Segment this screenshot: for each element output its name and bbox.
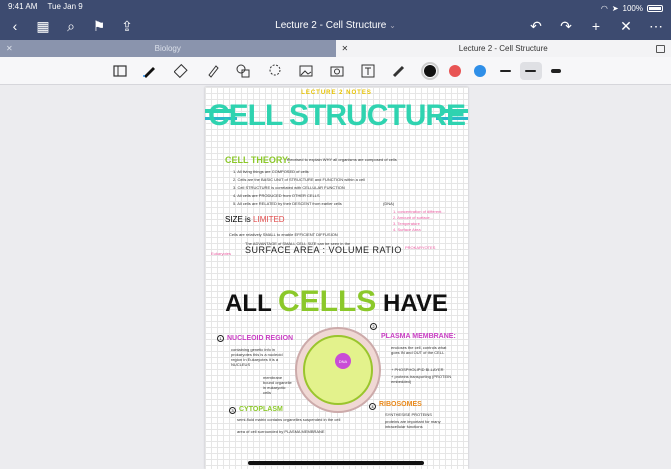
wifi-icon: ◠ [600,3,608,13]
plasma-text: encloses the cell, controls what goes IN… [391,345,447,355]
close-tab-icon[interactable]: ✕ [6,44,13,53]
highlighter-tool-icon[interactable] [203,61,223,81]
theory-point: 5. All cells are RELATED by their DESCEN… [233,201,342,206]
tab-label: Biology [154,44,181,53]
note-page[interactable]: LECTURE 2 NOTES CELL STRUCTURE CELL THEO… [205,87,468,469]
camera-tool-icon[interactable] [327,61,347,81]
theory-point: 2. Cells are the BASIC UNIT of STRUCTURE… [233,177,365,182]
diffusion-note: 3. Temperature [393,221,420,226]
surface-area-ratio: SURFACE AREA : VOLUME RATIO [245,245,402,255]
theory-point: 3. Cell STRUCTURE is correlated with CEL… [233,185,345,190]
tool-bar [0,57,671,85]
lasso-tool-icon[interactable] [265,61,285,81]
grid-icon[interactable]: ▦ [32,15,54,37]
stroke-thin-option[interactable] [500,70,511,72]
all-cells-word: HAVE [383,290,448,317]
cell-theory-heading-text: CELL THEORY: [225,155,291,165]
cytoplasm-text: semi-fluid matrix contains organelles su… [237,417,341,422]
read-only-icon[interactable] [110,61,130,81]
close-edit-icon[interactable]: ✕ [615,15,637,37]
all-cells-have: ALL CELLS HAVE [205,285,468,319]
plasma-membrane-label: PLASMA MEMBRANE: [381,333,456,340]
nucleoid-side-note: membrane bound organelle in eukaryotic c… [263,375,292,395]
nav-bar: ‹ ▦ ⌕ ⚑ ⇪ Lecture 2 - Cell Structure ⌄ ↶… [0,14,671,38]
nucleoid-label: NUCLEOID REGION [227,335,294,342]
ribosomes-label: RIBOSOMES [379,401,422,408]
label-number: 1 [217,335,224,342]
location-icon: ➤ [611,3,619,13]
cell-diagram: DNA [295,327,381,413]
label-number: 4 [369,403,376,410]
pen-tool-icon[interactable] [139,61,159,81]
image-tool-icon[interactable] [296,61,316,81]
label-number: 3 [229,407,236,414]
search-icon[interactable]: ⌕ [60,15,82,37]
size-heading: SIZE is LIMITED [225,215,285,224]
split-view-icon[interactable] [656,44,665,53]
all-cells-word: ALL [225,290,272,317]
color-red-swatch[interactable] [449,65,461,77]
laser-pointer-icon[interactable] [389,61,409,81]
stroke-medium-option[interactable] [525,70,536,72]
lecture-label: LECTURE 2 NOTES [301,90,372,96]
color-black-swatch[interactable] [421,62,439,80]
text-tool-icon[interactable] [358,61,378,81]
more-icon[interactable]: ⋯ [645,15,667,37]
battery-icon [647,4,663,12]
color-blue-swatch[interactable] [474,65,486,77]
cell-theory-heading: CELL THEORY: [225,155,290,165]
diffusion-note: 2. Amount of surface... [393,215,434,220]
diffusion-note: 4. Surface Area [393,227,421,232]
home-indicator[interactable] [248,461,424,465]
cytoplasm-text-2: area of cell surrounded by PLASMA MEMBRA… [237,429,325,434]
theory-point: 4. All cells are PRODUCED from OTHER CEL… [233,193,320,198]
main-title: CELL STRUCTURE [207,99,466,132]
bookmark-icon[interactable]: ⚑ [88,15,110,37]
diffusion-note: 1. concentration of different... [393,209,445,214]
cytoplasm-label: CYTOPLASM [239,406,283,413]
dna-circle: DNA [335,353,351,369]
dna-tag: (DNA) [383,201,395,206]
size-heading-text: SIZE is [225,215,251,224]
size-line: Cells are relatively SMALL to enable EFF… [229,232,338,237]
cytoplasm-region: DNA [303,335,373,405]
shapes-tool-icon[interactable] [233,61,253,81]
tab-biology[interactable]: ✕ Biology [0,40,336,57]
ribosomes-text: SYNTHESISE PROTEINS [385,412,432,417]
nucleoid-text: containing genetic info in prokaryotes t… [231,347,283,367]
ribosomes-text-2: proteins are important for many intracel… [385,419,441,429]
tab-label: Lecture 2 - Cell Structure [458,44,548,53]
tab-lecture-2[interactable]: ✕ Lecture 2 - Cell Structure [335,40,671,57]
title-chevron-icon[interactable]: ⌄ [389,21,396,30]
battery-percent: 100% [622,3,643,13]
all-cells-word: CELLS [277,285,377,318]
document-title-text[interactable]: Lecture 2 - Cell Structure [275,20,386,31]
plasma-extra-2: + proteins transporting (PROTEIN embedde… [391,374,452,384]
stroke-thick-option[interactable] [551,69,561,73]
cell-theory-note: theorised to explain WHY all organisms a… [287,157,397,162]
note-canvas[interactable]: LECTURE 2 NOTES CELL STRUCTURE CELL THEO… [0,85,671,469]
back-chevron-icon[interactable]: ‹ [4,15,26,37]
top-bar: 9:41 AM Tue Jan 9 ◠ ➤ 100% ‹ ▦ ⌕ ⚑ ⇪ Lec… [0,0,671,40]
redo-icon[interactable]: ↷ [555,15,577,37]
theory-point: 1. All living things are COMPOSED of cel… [233,169,309,174]
eukaryotes-tag: Eukaryotes [211,251,232,256]
plasma-extra: + PHOSPHOLIPID BI-LAYER [391,367,444,372]
close-tab-icon[interactable]: ✕ [342,44,349,53]
tab-bar: ✕ Biology ✕ Lecture 2 - Cell Structure [0,40,671,57]
status-bar: 9:41 AM Tue Jan 9 ◠ ➤ 100% [8,2,663,14]
prokaryotes-tag: PROKARYOTES [405,245,436,250]
add-page-icon[interactable]: + [585,15,607,37]
undo-icon[interactable]: ↶ [525,15,547,37]
share-icon[interactable]: ⇪ [116,15,138,37]
label-number: 2 [370,323,377,330]
size-limited: LIMITED [253,215,285,224]
status-date: Tue Jan 9 [47,2,83,11]
eraser-tool-icon[interactable] [172,61,192,81]
status-time: 9:41 AM [8,2,38,11]
